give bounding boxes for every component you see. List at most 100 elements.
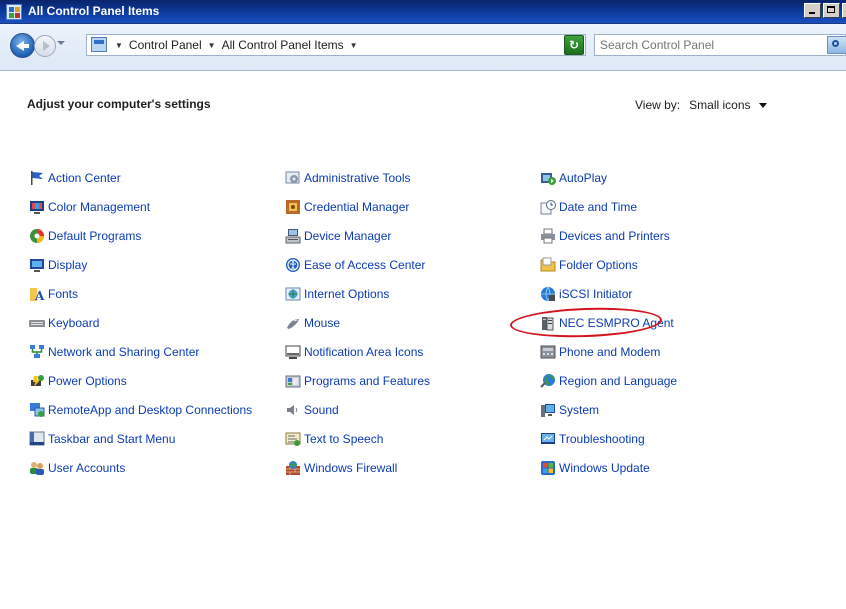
item-label[interactable]: Folder Options <box>559 258 638 272</box>
item-label[interactable]: Devices and Printers <box>559 229 670 243</box>
item-troubleshooting[interactable]: Troubleshooting <box>540 431 645 447</box>
item-color-management[interactable]: Color Management <box>29 199 150 215</box>
item-ease-of-access[interactable]: Ease of Access Center <box>285 257 425 273</box>
item-label[interactable]: Display <box>48 258 87 272</box>
item-label[interactable]: NEC ESMPRO Agent <box>559 316 674 330</box>
item-label[interactable]: System <box>559 403 599 417</box>
item-taskbar-start[interactable]: Taskbar and Start Menu <box>29 431 175 447</box>
recent-pages-dropdown[interactable] <box>57 41 65 45</box>
item-iscsi-initiator[interactable]: iSCSI Initiator <box>540 286 632 302</box>
item-label[interactable]: Troubleshooting <box>559 432 645 446</box>
item-fonts[interactable]: A Fonts <box>29 286 78 303</box>
item-label[interactable]: RemoteApp and Desktop Connections <box>48 403 252 417</box>
chevron-down-icon[interactable] <box>758 102 767 108</box>
item-power-options[interactable]: Power Options <box>29 373 127 389</box>
item-label[interactable]: Phone and Modem <box>559 345 660 359</box>
item-label[interactable]: Notification Area Icons <box>304 345 423 359</box>
breadcrumb: ▼ Control Panel ▼ All Control Panel Item… <box>113 38 364 52</box>
item-windows-firewall[interactable]: Windows Firewall <box>285 460 397 476</box>
item-label[interactable]: Region and Language <box>559 374 677 388</box>
item-windows-update[interactable]: Windows Update <box>540 460 650 476</box>
item-devices-printers[interactable]: Devices and Printers <box>540 228 670 244</box>
autoplay-icon <box>540 170 556 186</box>
forward-button[interactable] <box>34 35 56 57</box>
item-label[interactable]: AutoPlay <box>559 171 607 185</box>
item-label[interactable]: Color Management <box>48 200 150 214</box>
search-icon[interactable] <box>827 36 846 54</box>
navigation-bar: ▼ Control Panel ▼ All Control Panel Item… <box>0 24 846 71</box>
item-label[interactable]: Power Options <box>48 374 127 388</box>
device-manager-icon <box>285 228 301 244</box>
folder-icon <box>540 257 556 273</box>
minimize-button[interactable] <box>804 3 821 18</box>
programs-icon <box>285 373 301 389</box>
item-notification-area[interactable]: Notification Area Icons <box>285 344 423 360</box>
close-button[interactable] <box>842 2 846 18</box>
item-credential-manager[interactable]: Credential Manager <box>285 199 409 215</box>
breadcrumb-all-items[interactable]: All Control Panel Items <box>222 38 344 52</box>
nec-agent-icon <box>540 315 556 331</box>
item-label[interactable]: Mouse <box>304 316 340 330</box>
item-label[interactable]: User Accounts <box>48 461 125 475</box>
item-administrative-tools[interactable]: Administrative Tools <box>285 170 411 186</box>
item-label[interactable]: Administrative Tools <box>304 171 411 185</box>
address-bar[interactable]: ▼ Control Panel ▼ All Control Panel Item… <box>86 34 586 56</box>
item-date-time[interactable]: Date and Time <box>540 199 637 215</box>
item-action-center[interactable]: Action Center <box>29 170 121 186</box>
item-label[interactable]: Sound <box>304 403 339 417</box>
refresh-button[interactable]: ↻ <box>564 35 584 55</box>
item-label[interactable]: Date and Time <box>559 200 637 214</box>
item-label[interactable]: iSCSI Initiator <box>559 287 632 301</box>
item-network-sharing[interactable]: Network and Sharing Center <box>29 344 199 360</box>
breadcrumb-control-panel[interactable]: Control Panel <box>129 38 202 52</box>
item-label[interactable]: Programs and Features <box>304 374 430 388</box>
item-user-accounts[interactable]: User Accounts <box>29 460 125 476</box>
item-programs-features[interactable]: Programs and Features <box>285 373 430 389</box>
globe-icon <box>540 373 556 389</box>
item-label[interactable]: Text to Speech <box>304 432 383 446</box>
item-device-manager[interactable]: Device Manager <box>285 228 391 244</box>
item-mouse[interactable]: Mouse <box>285 315 340 331</box>
breadcrumb-arrow-icon[interactable]: ▼ <box>208 41 216 50</box>
clock-icon <box>540 199 556 215</box>
item-label[interactable]: Default Programs <box>48 229 141 243</box>
item-keyboard[interactable]: Keyboard <box>29 315 99 331</box>
item-phone-modem[interactable]: Phone and Modem <box>540 344 660 360</box>
item-label[interactable]: Network and Sharing Center <box>48 345 199 359</box>
item-default-programs[interactable]: Default Programs <box>29 228 141 244</box>
view-by-control[interactable]: View by: Small icons <box>635 98 767 112</box>
item-nec-esmpro-agent[interactable]: NEC ESMPRO Agent <box>540 315 674 331</box>
page-heading: Adjust your computer's settings <box>27 97 211 111</box>
item-text-to-speech[interactable]: Text to Speech <box>285 431 383 447</box>
search-input[interactable] <box>600 38 800 52</box>
item-label[interactable]: Ease of Access Center <box>304 258 425 272</box>
item-system[interactable]: System <box>540 402 599 418</box>
item-folder-options[interactable]: Folder Options <box>540 257 638 273</box>
title-bar[interactable]: All Control Panel Items <box>0 0 846 24</box>
breadcrumb-arrow-icon[interactable]: ▼ <box>115 41 123 50</box>
breadcrumb-arrow-icon[interactable]: ▼ <box>350 41 358 50</box>
item-sound[interactable]: Sound <box>285 402 339 418</box>
item-autoplay[interactable]: AutoPlay <box>540 170 607 186</box>
flag-icon <box>29 170 45 186</box>
item-label[interactable]: Internet Options <box>304 287 389 301</box>
item-label[interactable]: Taskbar and Start Menu <box>48 432 175 446</box>
control-panel-icon <box>6 4 22 20</box>
back-button[interactable] <box>10 33 35 58</box>
item-label[interactable]: Fonts <box>48 287 78 301</box>
item-label[interactable]: Credential Manager <box>304 200 409 214</box>
view-by-value[interactable]: Small icons <box>689 98 750 112</box>
item-internet-options[interactable]: Internet Options <box>285 286 389 302</box>
troubleshooting-icon <box>540 431 556 447</box>
item-display[interactable]: Display <box>29 257 87 273</box>
item-label[interactable]: Action Center <box>48 171 121 185</box>
item-remoteapp[interactable]: RemoteApp and Desktop Connections <box>29 402 252 418</box>
remoteapp-icon <box>29 402 45 418</box>
item-label[interactable]: Device Manager <box>304 229 391 243</box>
item-label[interactable]: Windows Firewall <box>304 461 397 475</box>
item-label[interactable]: Keyboard <box>48 316 99 330</box>
item-label[interactable]: Windows Update <box>559 461 650 475</box>
search-box[interactable] <box>594 34 846 56</box>
maximize-button[interactable] <box>823 3 840 18</box>
item-region-language[interactable]: Region and Language <box>540 373 677 389</box>
